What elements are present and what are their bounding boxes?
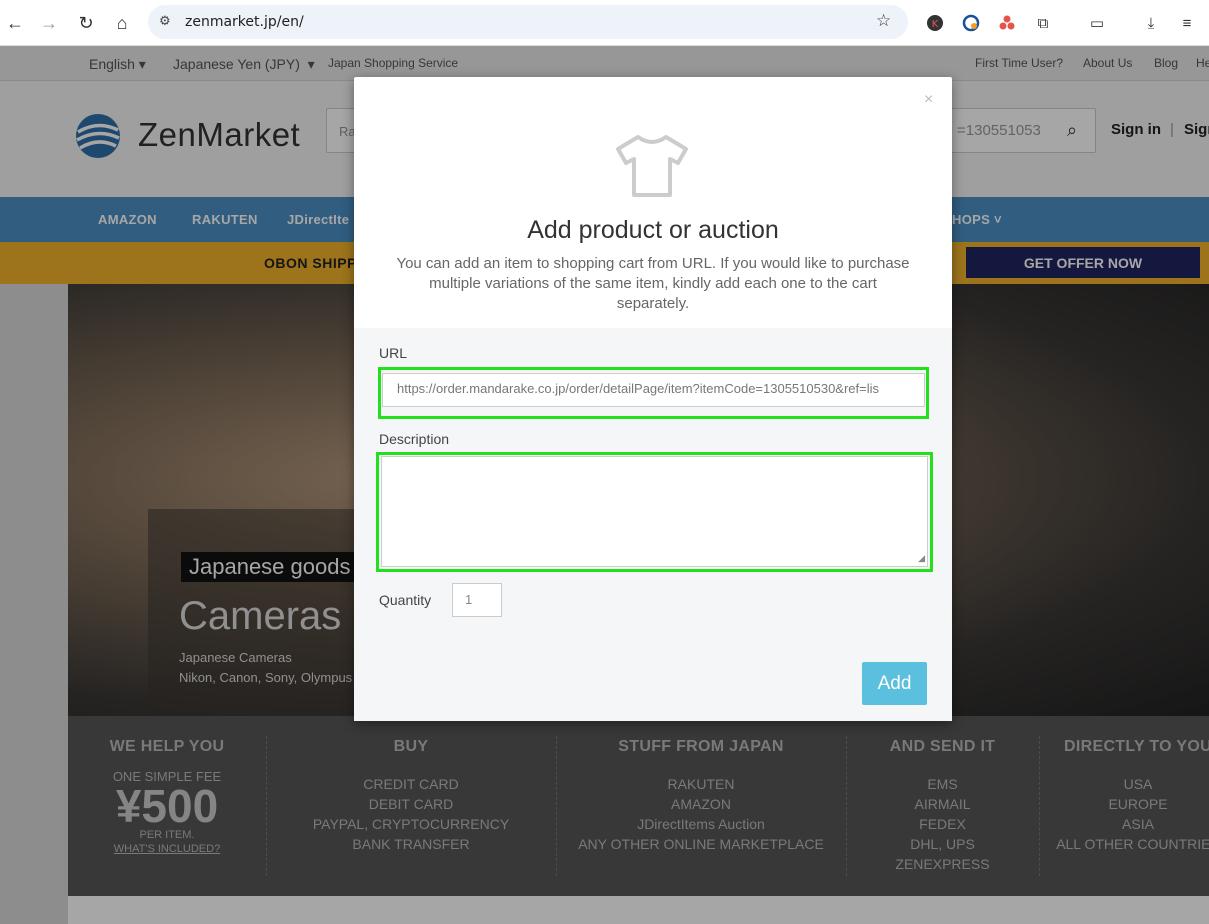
modal-title: Add product or auction [527, 216, 779, 244]
download-icon[interactable]: ⤓ [1140, 12, 1162, 34]
home-icon[interactable]: ⌂ [110, 11, 134, 35]
back-icon[interactable]: ← [3, 11, 27, 35]
add-product-modal: × Add product or auction You can add an … [354, 77, 952, 721]
reload-icon[interactable]: ↻ [74, 11, 98, 35]
site-info-icon[interactable]: ⚙ [159, 13, 171, 29]
extension-shield-icon[interactable] [960, 12, 982, 34]
close-icon[interactable]: × [924, 91, 933, 109]
forward-icon[interactable]: → [37, 11, 61, 35]
svg-text:K: K [932, 19, 939, 30]
extensions-puzzle-icon[interactable]: ⧉ [1032, 12, 1054, 34]
extension-k-icon[interactable]: K [924, 12, 946, 34]
bookmark-star-icon[interactable]: ☆ [876, 11, 891, 31]
url-label: URL [379, 345, 408, 361]
address-url: zenmarket.jp/en/ [185, 14, 304, 30]
quantity-label: Quantity [379, 592, 432, 608]
modal-description: You can add an item to shopping cart fro… [396, 255, 910, 312]
tshirt-icon [616, 135, 688, 197]
url-input[interactable]: https://order.mandarake.co.jp/order/deta… [382, 373, 925, 407]
address-bar[interactable]: ⚙ zenmarket.jp/en/ ☆ [148, 5, 908, 39]
resize-grip-icon[interactable]: ◢ [918, 553, 925, 564]
extension-dots-icon[interactable] [996, 12, 1018, 34]
description-textarea[interactable]: ◢ [381, 456, 928, 567]
media-queue-icon[interactable]: ≡ [1176, 12, 1198, 34]
browser-toolbar: ← → ↻ ⌂ ⚙ zenmarket.jp/en/ ☆ K ⧉ ▭ ⤓ ≡ [0, 0, 1209, 46]
add-button[interactable]: Add [862, 662, 927, 705]
description-label: Description [379, 431, 450, 447]
cast-icon[interactable]: ▭ [1086, 12, 1108, 34]
quantity-input[interactable]: 1 [452, 583, 502, 617]
